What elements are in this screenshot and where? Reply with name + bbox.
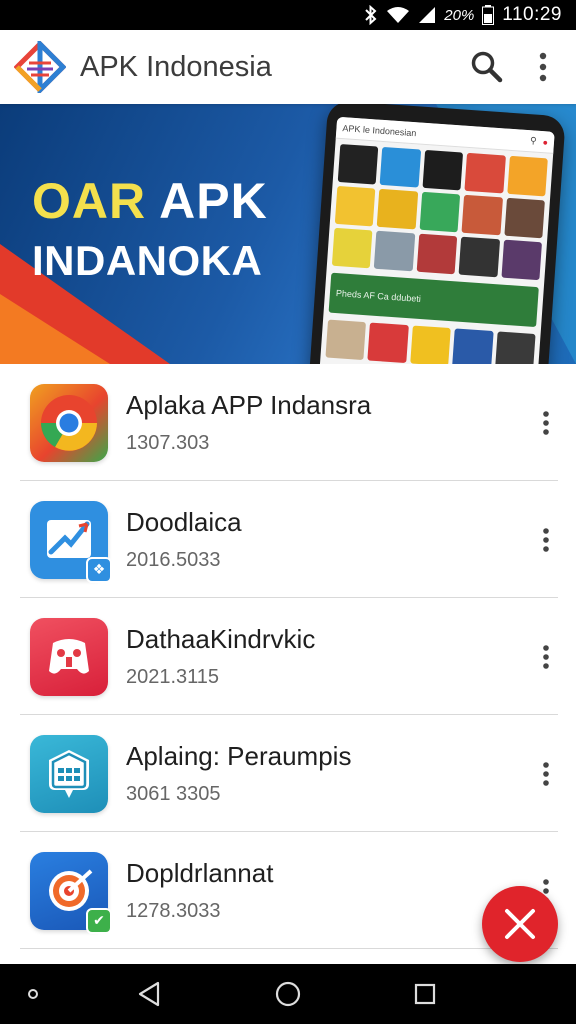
close-fab-button[interactable] [482,886,558,962]
phone-tile [452,328,494,364]
banner-headline-accent: OAR [32,173,147,229]
app-version: 3061 3305 [126,782,221,805]
more-vert-icon [543,527,549,552]
more-vert-icon [539,52,547,82]
item-overflow-button[interactable] [528,393,564,453]
phone-tile [458,236,500,278]
more-vert-icon [543,644,549,669]
app-list: Aplaka APP Indansra 1307.303 ❖ Doodlaica… [0,364,576,949]
phone-mockup: APK le Indonesian ⚲ ● Pheds AF Ca ddubet… [308,104,566,364]
list-item[interactable]: DathaaKindrvkic 2021.3115 [0,598,576,715]
search-button[interactable] [464,44,510,90]
phone-tile [367,322,409,364]
app-badge-icon: ✔ [86,907,112,934]
app-version: 1307.303 [126,431,210,454]
close-icon [505,909,535,939]
item-overflow-button[interactable] [528,744,564,804]
phone-tile [503,197,545,239]
phone-tile [494,331,536,364]
recents-icon [414,983,436,1005]
app-name: Dopldrlannat [126,858,274,889]
phone-tile [380,146,421,188]
nav-dot-button[interactable] [18,964,48,1024]
nav-back-button[interactable] [124,964,174,1024]
app-name: DathaaKindrvkic [126,624,316,655]
app-version: 2021.3115 [126,665,220,688]
chrome-icon [30,383,108,462]
more-vert-icon [543,410,549,435]
list-item[interactable]: ❖ Doodlaica 2016.5033 [0,481,576,598]
banner-headline-line2: INDANOKA [32,237,263,284]
phone-tile [422,149,464,191]
signal-icon [418,6,436,24]
nav-recents-button[interactable] [400,964,450,1024]
phone-tile [334,185,376,227]
phone-tile [506,155,548,197]
status-bar: 20% 110:29 [0,0,576,30]
app-version: 1278.3033 [126,899,221,922]
app-title: APK Indonesia [80,50,272,83]
phone-search-icon: ⚲ [529,135,537,146]
list-item[interactable]: Aplaing: Peraumpis 3061 3305 [0,715,576,832]
app-name: Aplaing: Peraumpis [126,741,352,772]
phone-tile [331,227,373,269]
battery-icon [482,5,495,25]
search-icon [471,51,503,83]
home-icon [275,981,301,1007]
calendar-bubble-icon [30,734,108,813]
phone-tile [461,194,503,236]
phone-tile [410,325,451,364]
phone-tile [416,233,458,275]
banner-headline-rest: APK [159,173,268,229]
item-overflow-button[interactable] [528,510,564,570]
app-name: Aplaka APP Indansra [126,390,372,421]
phone-tile [464,152,506,194]
phone-screen: APK le Indonesian ⚲ ● Pheds AF Ca ddubet… [318,116,555,364]
more-vert-icon [543,761,549,786]
system-nav-bar [0,964,576,1024]
item-overflow-button[interactable] [528,627,564,687]
app-badge-icon: ❖ [86,556,112,583]
phone-tile [501,239,543,281]
phone-app-grid [327,139,554,286]
phone-tile [374,230,416,272]
bluetooth-icon [364,5,378,25]
battery-percent: 20% [444,6,475,24]
phone-tile [419,191,461,233]
phone-tile [325,319,367,361]
apk-logo-icon [13,37,67,97]
phone-tile [337,143,379,185]
clock-time: 110:29 [502,4,562,25]
chart-app-icon: ❖ [30,500,112,583]
app-version: 2016.5033 [126,548,221,571]
nav-home-button[interactable] [262,964,314,1024]
target-icon: ✔ [30,851,112,934]
app-bar: APK Indonesia [0,30,576,104]
list-item[interactable]: Aplaka APP Indansra 1307.303 [0,364,576,481]
banner-headline: OAR APK INDANOKA [32,176,268,282]
banner-decoration-orange [0,294,110,364]
back-icon [138,981,160,1007]
promo-banner[interactable]: OAR APK INDANOKA APK le Indonesian ⚲ ● P… [0,104,576,364]
app-name: Doodlaica [126,507,242,538]
phone-record-icon: ● [542,136,549,147]
phone-tile [377,188,419,230]
overflow-menu-button[interactable] [520,44,566,90]
game-controller-icon [30,617,108,696]
wifi-icon [386,6,410,24]
dot-icon [28,989,38,999]
